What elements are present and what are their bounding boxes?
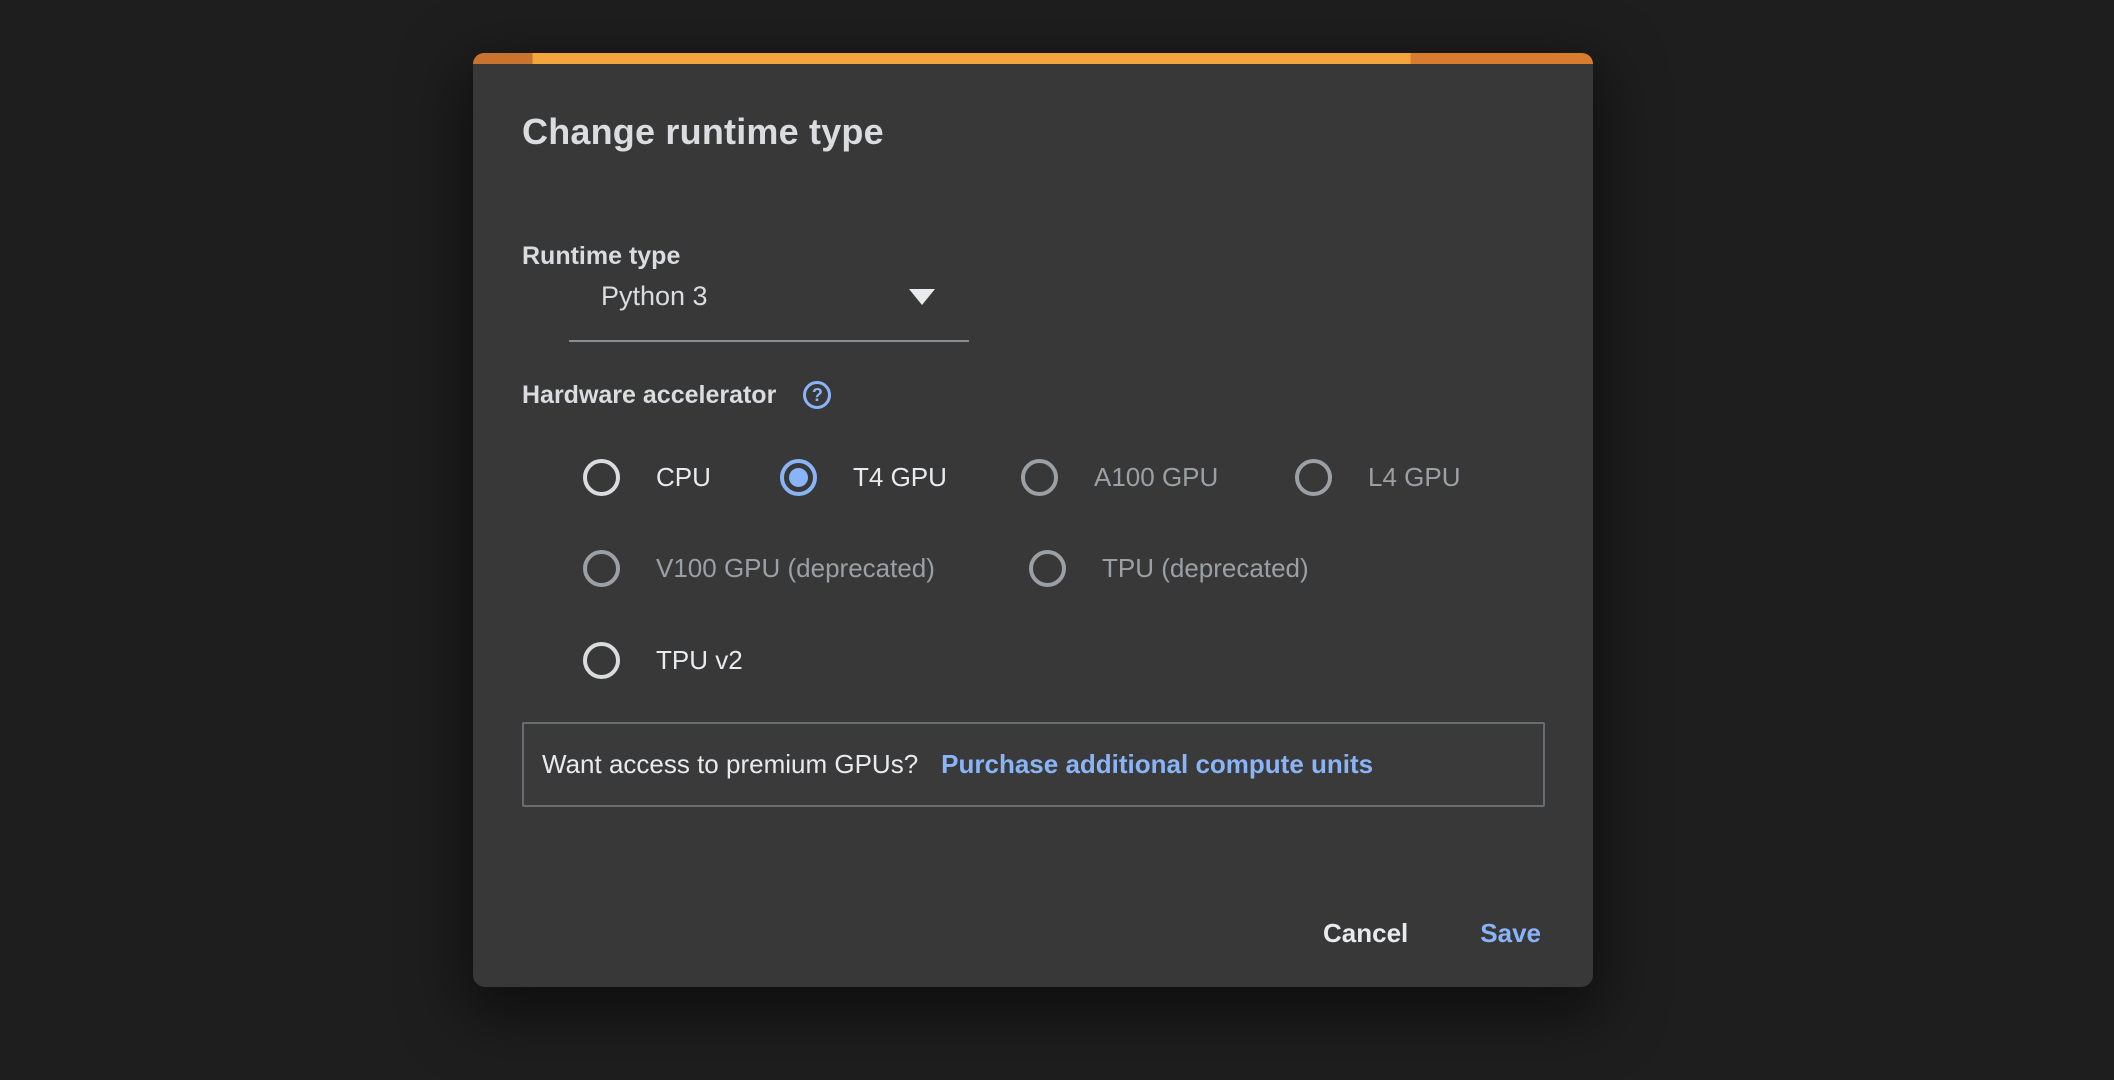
radio-icon[interactable] [583, 459, 620, 496]
runtime-type-selected-value: Python 3 [569, 281, 708, 312]
radio-icon[interactable] [1029, 550, 1066, 587]
radio-option-a100-gpu[interactable]: A100 GPU [1021, 459, 1218, 496]
radio-icon[interactable] [1295, 459, 1332, 496]
save-button[interactable]: Save [1468, 909, 1553, 957]
radio-option-label: TPU v2 [656, 645, 743, 676]
premium-gpu-banner-text: Want access to premium GPUs? [542, 749, 918, 780]
radio-option-label: TPU (deprecated) [1102, 553, 1309, 584]
radio-icon[interactable] [780, 459, 817, 496]
radio-option-tpu-v2[interactable]: TPU v2 [583, 642, 743, 679]
change-runtime-type-dialog: Change runtime type Runtime type Python … [473, 53, 1593, 987]
radio-icon[interactable] [583, 550, 620, 587]
radio-option-label: A100 GPU [1094, 462, 1218, 493]
dialog-title: Change runtime type [522, 108, 884, 156]
radio-icon[interactable] [583, 642, 620, 679]
radio-option-tpu[interactable]: TPU (deprecated) [1029, 550, 1309, 587]
radio-option-label: V100 GPU (deprecated) [656, 553, 935, 584]
radio-option-label: CPU [656, 462, 711, 493]
radio-option-label: T4 GPU [853, 462, 947, 493]
radio-option-cpu[interactable]: CPU [583, 459, 711, 496]
cancel-button[interactable]: Cancel [1311, 909, 1420, 957]
runtime-type-select[interactable]: Python 3 [569, 253, 969, 342]
radio-option-l4-gpu[interactable]: L4 GPU [1295, 459, 1461, 496]
dialog-accent-bar [473, 53, 1593, 64]
radio-icon[interactable] [1021, 459, 1058, 496]
purchase-compute-units-link[interactable]: Purchase additional compute units [941, 749, 1373, 780]
radio-option-label: L4 GPU [1368, 462, 1461, 493]
help-icon[interactable]: ? [803, 381, 831, 409]
premium-gpu-banner: Want access to premium GPUs? Purchase ad… [522, 722, 1545, 807]
hardware-accelerator-label: Hardware accelerator [522, 380, 776, 410]
hardware-accelerator-label-row: Hardware accelerator ? [522, 380, 831, 410]
radio-option-t4-gpu[interactable]: T4 GPU [780, 459, 947, 496]
dialog-actions: Cancel Save [1311, 909, 1553, 957]
dropdown-arrow-icon [909, 289, 935, 305]
radio-option-v100-gpu[interactable]: V100 GPU (deprecated) [583, 550, 935, 587]
